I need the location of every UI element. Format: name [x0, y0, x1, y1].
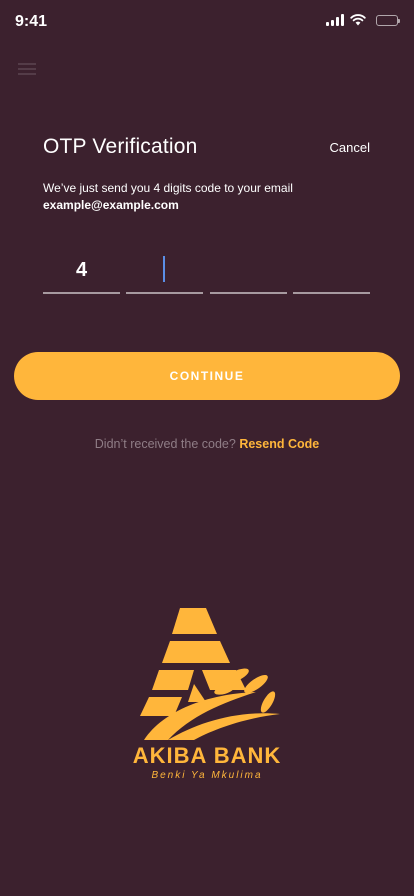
back-arrow-icon [18, 63, 36, 75]
brand-tagline: Benki Ya Mkulima [151, 770, 263, 781]
status-time: 9:41 [15, 13, 48, 30]
cellular-signal-icon [326, 14, 344, 26]
background-header [0, 56, 414, 84]
otp-digit-2[interactable] [126, 248, 204, 294]
status-bar: 9:41 [0, 0, 414, 44]
akiba-bank-logo-icon [140, 608, 280, 740]
text-caret [163, 256, 166, 282]
otp-input-row: 4 [43, 248, 370, 294]
otp-instructions: We’ve just send you 4 digits code to you… [43, 181, 293, 195]
otp-email: example@example.com [43, 198, 179, 212]
otp-digit-1[interactable]: 4 [43, 248, 120, 294]
battery-icon [376, 14, 400, 26]
brand-name: AKIBA BANK [132, 743, 282, 768]
otp-digit-4[interactable] [292, 248, 370, 294]
resend-row: Didn’t received the code? Resend Code [0, 437, 414, 451]
continue-button[interactable]: CONTINUE [14, 352, 400, 400]
wifi-icon [350, 14, 366, 26]
cancel-button[interactable]: Cancel [330, 140, 370, 155]
brand-logo: AKIBA BANK Benki Ya Mkulima [0, 606, 414, 786]
status-icons [326, 14, 400, 26]
otp-digit-3[interactable] [209, 248, 287, 294]
page-title: OTP Verification [43, 135, 198, 158]
resend-prompt: Didn’t received the code? [94, 437, 236, 451]
resend-code-link[interactable]: Resend Code [239, 437, 319, 451]
